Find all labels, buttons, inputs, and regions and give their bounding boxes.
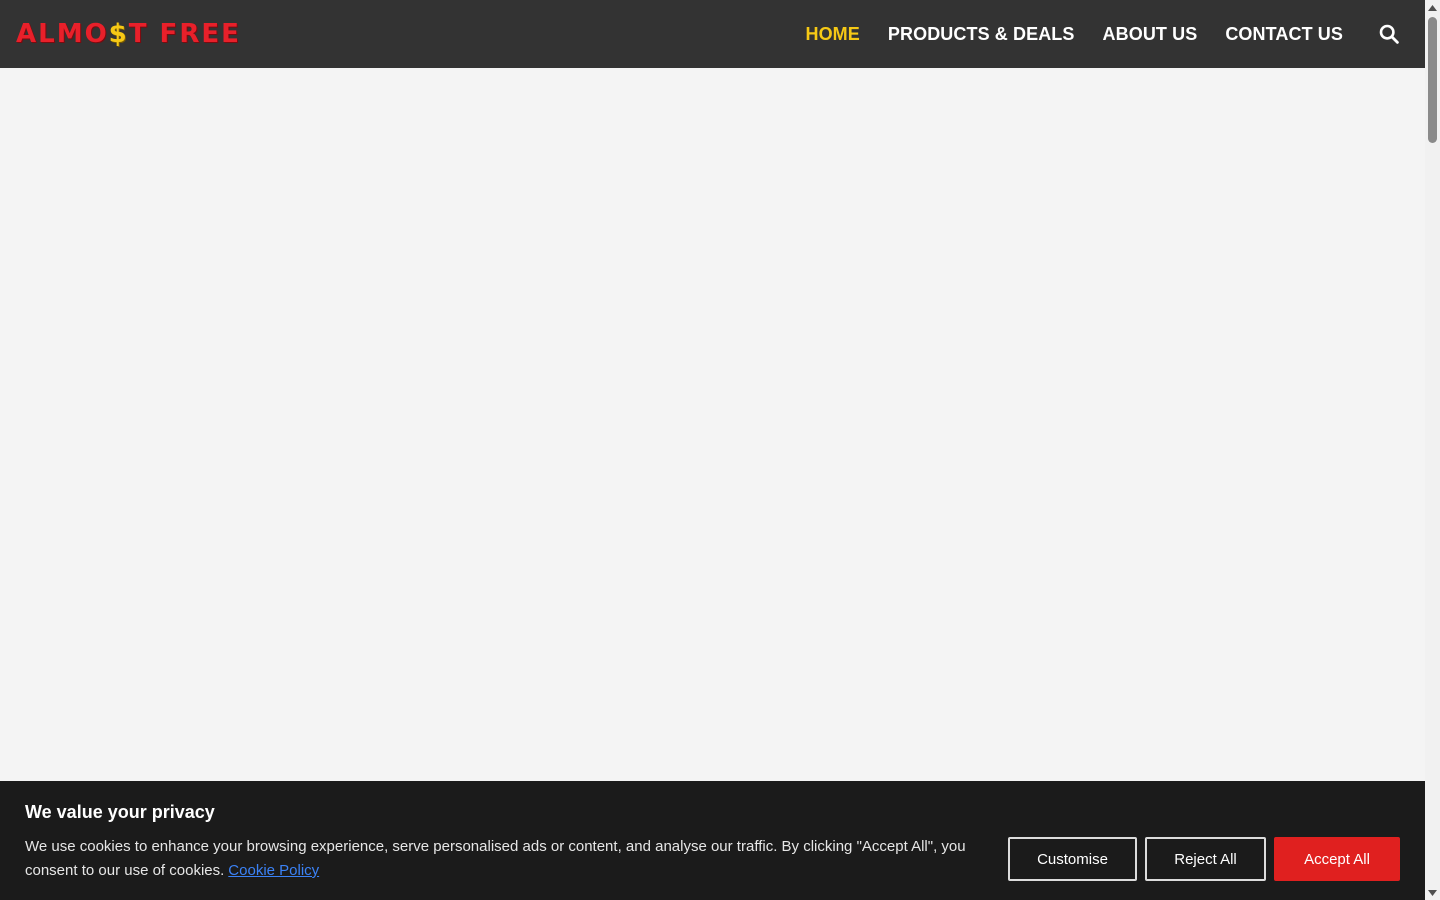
customise-button[interactable]: Customise bbox=[1008, 837, 1137, 881]
nav-products-deals[interactable]: PRODUCTS & DEALS bbox=[888, 24, 1075, 45]
cookie-policy-link[interactable]: Cookie Policy bbox=[228, 862, 319, 879]
nav-contact-us[interactable]: CONTACT US bbox=[1225, 24, 1343, 45]
site-logo[interactable]: ALMO$T FREE bbox=[16, 17, 241, 51]
logo-text-part1: ALMO bbox=[16, 19, 109, 49]
scrollbar-thumb[interactable] bbox=[1428, 17, 1437, 143]
scroll-up-arrow-icon[interactable] bbox=[1425, 0, 1440, 15]
nav-home[interactable]: HOME bbox=[805, 24, 859, 45]
page-viewport: ALMO$T FREE HOME PRODUCTS & DEALS ABOUT … bbox=[0, 0, 1425, 900]
reject-all-button[interactable]: Reject All bbox=[1145, 837, 1266, 881]
site-header: ALMO$T FREE HOME PRODUCTS & DEALS ABOUT … bbox=[0, 0, 1425, 68]
cookie-message: We use cookies to enhance your browsing … bbox=[25, 835, 985, 883]
cookie-banner: We value your privacy We use cookies to … bbox=[0, 781, 1425, 900]
logo-dollar-sign: $ bbox=[108, 19, 129, 49]
search-button[interactable] bbox=[1377, 22, 1401, 46]
accept-all-button[interactable]: Accept All bbox=[1274, 837, 1400, 881]
search-icon bbox=[1379, 24, 1399, 44]
cookie-title: We value your privacy bbox=[25, 802, 215, 822]
scroll-down-arrow-icon[interactable] bbox=[1425, 885, 1440, 900]
nav-about-us[interactable]: ABOUT US bbox=[1103, 24, 1198, 45]
main-nav: HOME PRODUCTS & DEALS ABOUT US CONTACT U… bbox=[805, 0, 1425, 68]
page-scrollbar[interactable] bbox=[1425, 0, 1440, 900]
cookie-message-text: We use cookies to enhance your browsing … bbox=[25, 838, 966, 879]
logo-text-part2: T FREE bbox=[128, 19, 241, 49]
